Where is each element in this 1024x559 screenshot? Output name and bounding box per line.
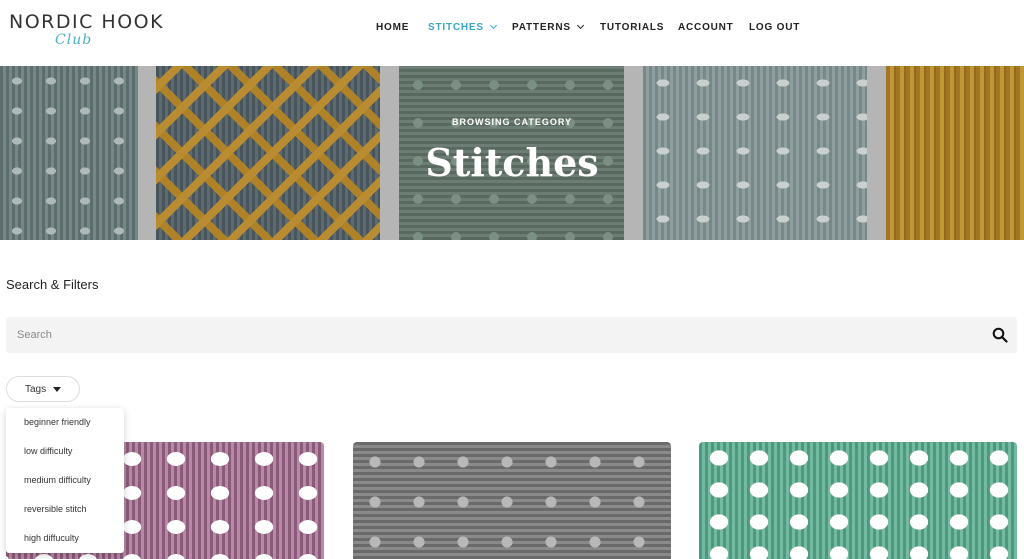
nav-label: PATTERNS [512, 22, 571, 33]
nav-item-account[interactable]: ACCOUNT [678, 22, 734, 33]
search-input[interactable] [6, 317, 966, 353]
category-hero: BROWSING CATEGORY Stitches [0, 66, 1024, 240]
caret-down-icon [53, 387, 61, 392]
tags-label: Tags [25, 384, 47, 395]
tag-option-beginner-friendly[interactable]: beginner friendly [24, 417, 91, 427]
nav-label: HOME [376, 22, 410, 33]
nav-item-home[interactable]: HOME [376, 22, 409, 33]
tag-option-medium-difficulty[interactable]: medium difficulty [24, 475, 91, 485]
site-header: NORDIC HOOK Club HOME STITCHES PATTERNS … [0, 0, 1024, 66]
hero-kicker: BROWSING CATEGORY [452, 117, 572, 127]
nav-label: ACCOUNT [678, 22, 734, 33]
filters-heading: Search & Filters [6, 277, 99, 292]
chevron-down-icon [576, 21, 584, 30]
nav-item-tutorials[interactable]: TUTORIALS [600, 22, 664, 33]
nav-label: STITCHES [428, 22, 484, 33]
tags-dropdown-menu: beginner friendly low difficulty medium … [6, 408, 124, 553]
tags-filter-button[interactable]: Tags [6, 376, 80, 402]
stitch-card-image[interactable] [699, 442, 1017, 559]
page-title: Stitches [425, 140, 599, 185]
nav-item-log-out[interactable]: LOG OUT [749, 22, 800, 33]
search-icon[interactable] [992, 327, 1008, 343]
tag-option-high-difficulty[interactable]: high diffuculty [24, 533, 79, 543]
nav-label: TUTORIALS [600, 22, 665, 33]
tag-option-reversible-stitch[interactable]: reversible stitch [24, 504, 87, 514]
nav-label: LOG OUT [749, 22, 801, 33]
stitch-card-image[interactable] [353, 442, 671, 559]
nav-item-stitches[interactable]: STITCHES [428, 21, 497, 33]
tag-option-low-difficulty[interactable]: low difficulty [24, 446, 72, 456]
chevron-down-icon [489, 21, 497, 30]
main-nav: HOME STITCHES PATTERNS TUTORIALS ACCOUNT… [0, 21, 1024, 36]
nav-item-patterns[interactable]: PATTERNS [512, 21, 584, 33]
search-bar [6, 317, 1017, 353]
